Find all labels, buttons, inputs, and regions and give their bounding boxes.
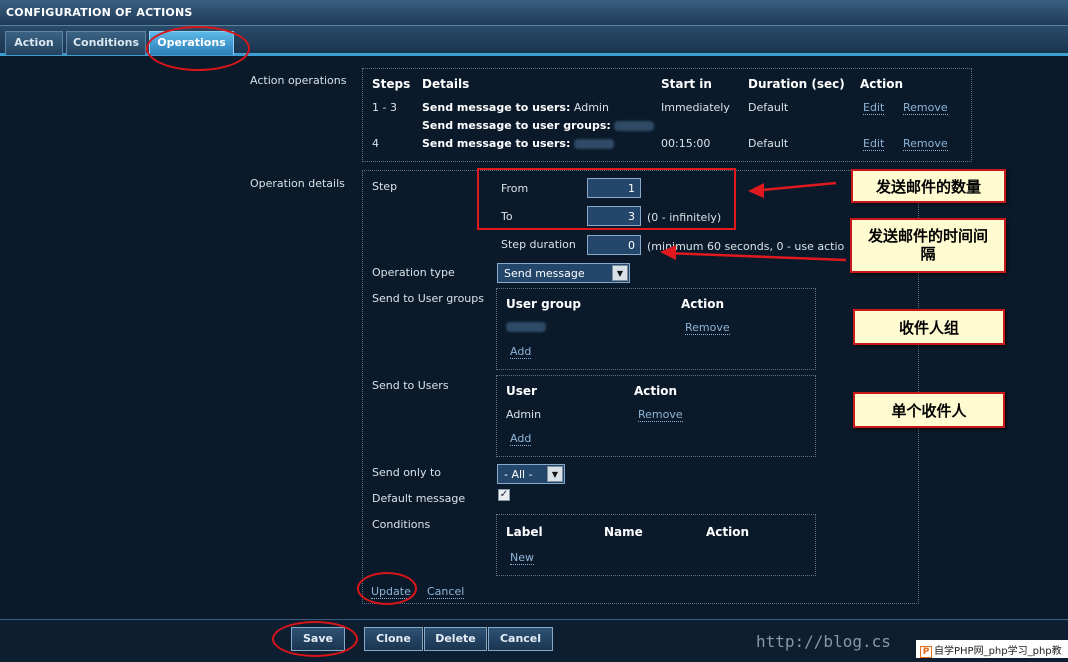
row1-duration: Default xyxy=(748,101,789,114)
callout-mail-interval: 发送邮件的时间间隔 xyxy=(850,218,1006,273)
col-start-in: Start in xyxy=(661,77,712,91)
users-label: Send to Users xyxy=(372,379,449,392)
callout-single-recipient: 单个收件人 xyxy=(853,392,1005,428)
conditions-table xyxy=(496,514,816,576)
row2-detail: Send message to users: xyxy=(422,137,614,150)
operation-type-select[interactable]: Send message ▼ xyxy=(497,263,630,283)
operation-type-value: Send message xyxy=(504,267,585,280)
redacted-group-name xyxy=(614,121,655,131)
step-label: Step xyxy=(372,180,398,193)
step-duration-input[interactable]: 0 xyxy=(587,235,641,255)
row2-detail-prefix: Send message to users: xyxy=(422,137,571,150)
redacted-user-group xyxy=(506,322,546,332)
step-duration-label: Step duration xyxy=(501,238,576,251)
operation-type-label: Operation type xyxy=(372,266,455,279)
send-only-to-label: Send only to xyxy=(372,466,442,479)
default-message-checkbox[interactable]: ✓ xyxy=(498,489,510,501)
send-only-to-select[interactable]: - All - ▼ xyxy=(497,464,565,484)
users-add-link[interactable]: Add xyxy=(510,432,532,446)
cancel-button[interactable]: Cancel xyxy=(488,627,553,651)
site-badge: P 自学PHP网_php学习_php教 xyxy=(916,640,1068,658)
row1-edit-link[interactable]: Edit xyxy=(863,101,885,115)
step-duration-hint: (minimum 60 seconds, 0 - use actio xyxy=(647,240,845,253)
callout-recipient-group: 收件人组 xyxy=(853,309,1005,345)
users-col-user: User xyxy=(506,384,537,398)
row1-steps: 1 - 3 xyxy=(372,101,397,114)
php-logo-icon: P xyxy=(920,646,932,658)
site-badge-text: 自学PHP网_php学习_php教 xyxy=(934,646,1062,657)
cancel-link[interactable]: Cancel xyxy=(427,585,465,599)
conditions-new-link[interactable]: New xyxy=(510,551,534,565)
row2-start-in: 00:15:00 xyxy=(661,137,711,150)
col-action: Action xyxy=(860,77,904,91)
operation-details-label: Operation details xyxy=(250,177,345,190)
highlight-ellipse-operations-tab xyxy=(146,26,250,71)
row1-detail2: Send message to user groups: xyxy=(422,119,655,132)
action-operations-label: Action operations xyxy=(250,74,347,87)
row1-remove-link[interactable]: Remove xyxy=(903,101,948,115)
conditions-col-name: Name xyxy=(604,525,643,539)
user-group-remove-link[interactable]: Remove xyxy=(685,321,730,335)
conditions-col-action: Action xyxy=(706,525,750,539)
row2-remove-link[interactable]: Remove xyxy=(903,137,948,151)
conditions-label: Conditions xyxy=(372,518,431,531)
row1-detail: Send message to users: Admin xyxy=(422,101,609,114)
row1-detail-prefix: Send message to users: xyxy=(422,101,571,114)
redacted-user-name xyxy=(573,139,614,149)
blog-watermark: http://blog.cs xyxy=(756,632,891,651)
chevron-down-icon[interactable]: ▼ xyxy=(547,466,563,482)
col-details: Details xyxy=(422,77,470,91)
col-duration: Duration (sec) xyxy=(748,77,845,91)
user-group-add-link[interactable]: Add xyxy=(510,345,532,359)
user-groups-col-action: Action xyxy=(681,297,725,311)
user-groups-col-group: User group xyxy=(506,297,582,311)
users-col-action: Action xyxy=(634,384,678,398)
tab-action[interactable]: Action xyxy=(5,31,63,55)
col-steps: Steps xyxy=(372,77,411,91)
row2-duration: Default xyxy=(748,137,789,150)
conditions-col-label: Label xyxy=(506,525,543,539)
row1-detail-value: Admin xyxy=(573,101,609,114)
callout-mail-count: 发送邮件的数量 xyxy=(851,169,1006,203)
row1-start-in: Immediately xyxy=(661,101,730,114)
highlight-ellipse-update xyxy=(357,572,417,605)
tab-conditions[interactable]: Conditions xyxy=(66,31,146,55)
users-row-remove-link[interactable]: Remove xyxy=(638,408,683,422)
step-range-highlight xyxy=(477,168,736,230)
users-row-admin: Admin xyxy=(506,408,542,421)
default-message-label: Default message xyxy=(372,492,466,505)
clone-button[interactable]: Clone xyxy=(364,627,423,651)
send-only-to-value: - All - xyxy=(504,468,533,481)
row1-detail2-prefix: Send message to user groups: xyxy=(422,119,611,132)
highlight-ellipse-save xyxy=(272,621,358,657)
row2-edit-link[interactable]: Edit xyxy=(863,137,885,151)
chevron-down-icon[interactable]: ▼ xyxy=(612,265,628,281)
delete-button[interactable]: Delete xyxy=(424,627,487,651)
window-title: CONFIGURATION OF ACTIONS xyxy=(0,0,1068,26)
user-groups-label: Send to User groups xyxy=(372,292,484,305)
row2-steps: 4 xyxy=(372,137,379,150)
